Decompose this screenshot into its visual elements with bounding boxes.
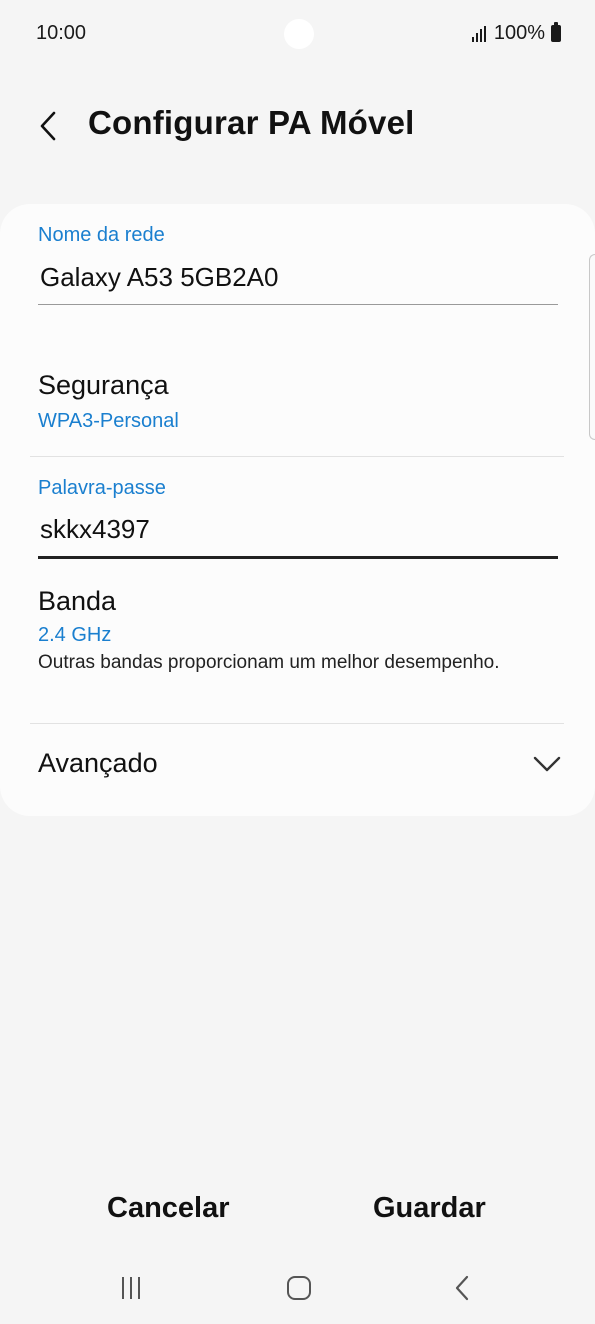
network-name-underline <box>38 304 558 305</box>
settings-card: Nome da rede Galaxy A53 5GB2A0 Segurança… <box>0 204 595 816</box>
camera-cutout <box>284 19 314 49</box>
advanced-title: Avançado <box>38 748 158 778</box>
password-input[interactable]: skkx4397 <box>40 514 150 545</box>
network-name-label: Nome da rede <box>38 224 165 246</box>
battery-icon <box>551 22 561 42</box>
signal-icon <box>471 25 486 42</box>
navigation-bar <box>0 1260 595 1320</box>
password-label: Palavra-passe <box>38 477 166 499</box>
chevron-left-icon <box>40 111 56 141</box>
security-title: Segurança <box>38 370 169 400</box>
screen: 10:00 100% Configurar PA Móvel Nome da r… <box>0 0 595 1324</box>
band-description: Outras bandas proporcionam um melhor des… <box>38 652 500 673</box>
advanced-row[interactable]: Avançado <box>0 726 595 806</box>
status-indicators: 100% <box>471 22 561 45</box>
home-icon[interactable] <box>287 1276 311 1300</box>
divider <box>30 456 564 457</box>
back-icon[interactable] <box>454 1274 470 1302</box>
band-title: Banda <box>38 586 117 616</box>
save-button[interactable]: Guardar <box>373 1192 486 1225</box>
recent-apps-icon[interactable] <box>122 1277 146 1301</box>
status-time: 10:00 <box>36 22 87 44</box>
divider <box>30 723 564 724</box>
app-header: Configurar PA Móvel <box>0 96 595 156</box>
chevron-down-icon <box>533 756 561 772</box>
page-title: Configurar PA Móvel <box>88 104 415 141</box>
back-button[interactable] <box>28 104 68 148</box>
security-value: WPA3-Personal <box>38 410 179 432</box>
band-value: 2.4 GHz <box>38 624 112 646</box>
battery-percentage: 100% <box>493 22 545 44</box>
password-underline <box>38 556 558 559</box>
status-bar: 10:00 100% <box>0 0 595 66</box>
network-name-input[interactable]: Galaxy A53 5GB2A0 <box>40 262 278 293</box>
scrollbar[interactable] <box>589 254 595 440</box>
cancel-button[interactable]: Cancelar <box>107 1192 230 1225</box>
